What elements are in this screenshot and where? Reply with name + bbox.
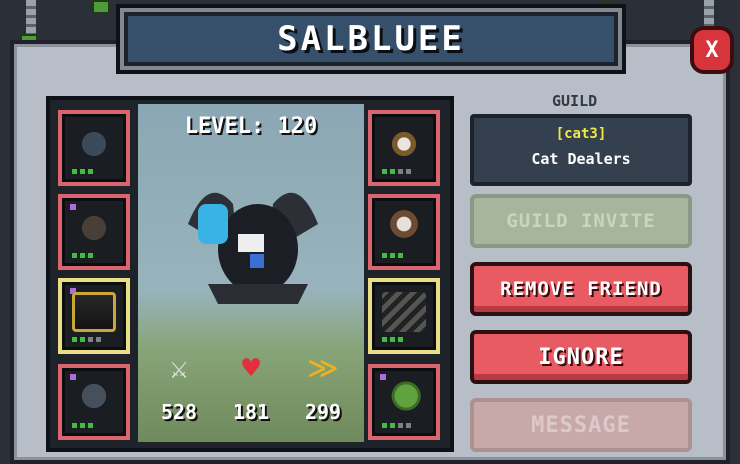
title-bar: SALBLUEE [116,4,626,74]
player-name: SALBLUEE [277,19,465,59]
item-rarity-dots [382,423,411,428]
equipment-slot-right-4[interactable] [368,364,440,440]
blue-ghost-pet-icon [198,204,228,244]
guild-section-label: GUILD [552,92,598,110]
equipment-slot-left-4[interactable] [58,364,130,440]
equipment-slot-right-3[interactable] [368,278,440,354]
ignore-button[interactable]: IGNORE [470,330,692,384]
ignore-label: IGNORE [538,344,624,370]
health-value: 181 [232,400,270,424]
level-label: LEVEL: 120 [184,114,318,139]
claw-icon [382,292,426,332]
character-sprite [188,192,318,304]
close-button[interactable]: X [690,26,734,74]
guild-invite-label: GUILD INVITE [506,210,656,232]
item-rarity-dots [382,169,411,174]
guild-invite-button[interactable]: GUILD INVITE [470,194,692,248]
guild-tag: [cat3] [555,126,607,142]
item-rarity-dots [72,337,101,342]
item-rarity-dots [382,337,403,342]
sword-icon: ⚔ [169,351,189,386]
guild-info-box[interactable]: [cat3] Cat Dealers [470,114,692,186]
guild-name: Cat Dealers [531,150,631,168]
turtle-pet-icon [382,378,426,418]
vine-leaf-icon [92,0,110,14]
equipment-slot-right-2[interactable] [368,194,440,270]
item-rarity-dots [72,169,93,174]
equipment-slot-left-1[interactable] [58,110,130,186]
dark-helmet-icon [72,378,116,418]
skull-medallion-icon [382,124,426,164]
equipment-slot-left-3[interactable] [58,278,130,354]
message-button[interactable]: MESSAGE [470,398,692,452]
speed-wind-icon: ≫ [307,351,339,386]
message-label: MESSAGE [531,412,631,438]
golden-bow-icon [72,292,116,332]
remove-friend-label: REMOVE FRIEND [500,278,662,300]
heart-icon: ♥ [241,351,261,386]
attack-value: 528 [160,400,198,424]
title-plate: SALBLUEE [128,16,614,62]
remove-friend-button[interactable]: REMOVE FRIEND [470,262,692,316]
crossbow-icon [72,208,116,248]
speed-value: 299 [304,400,342,424]
close-icon: X [705,37,719,63]
item-rarity-dots [72,253,93,258]
ghost-armor-icon [382,208,426,248]
character-preview: LEVEL: 120 ⚔ ♥ ≫ 528 181 299 [138,104,364,442]
item-rarity-dots [382,253,403,258]
item-rarity-dots [72,423,93,428]
equipment-slot-right-1[interactable] [368,110,440,186]
equipment-slot-left-2[interactable] [58,194,130,270]
crossbow-icon [72,124,116,164]
